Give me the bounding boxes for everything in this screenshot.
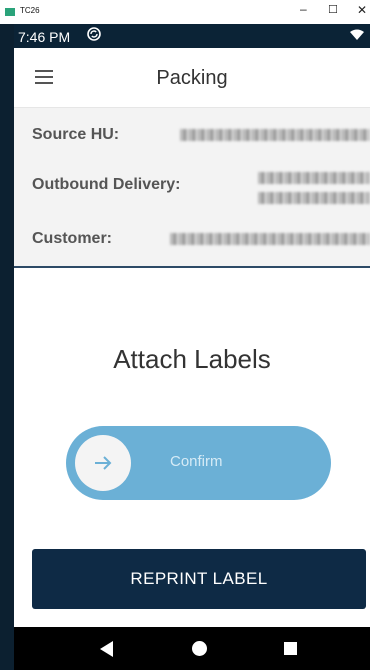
outbound-delivery-value-redacted-2 xyxy=(258,192,370,204)
arrow-right-icon xyxy=(95,456,112,470)
confirm-slider[interactable]: Confirm xyxy=(66,426,331,500)
slider-knob[interactable] xyxy=(75,435,131,491)
source-hu-value-redacted xyxy=(180,129,370,141)
minimize-button[interactable]: – xyxy=(300,2,307,16)
navigation-bar xyxy=(14,627,370,670)
left-border xyxy=(0,24,14,670)
customer-row: Customer: xyxy=(32,230,370,250)
confirm-label: Confirm xyxy=(170,453,223,470)
reprint-label-button[interactable]: REPRINT LABEL xyxy=(32,549,366,609)
status-bar: 7:46 PM xyxy=(14,24,370,48)
close-button[interactable]: ✕ xyxy=(357,3,367,17)
source-hu-row: Source HU: xyxy=(32,126,370,146)
outbound-delivery-label: Outbound Delivery: xyxy=(32,176,181,193)
app-bar: Packing xyxy=(14,48,370,108)
source-hu-label: Source HU: xyxy=(32,126,120,143)
customer-label: Customer: xyxy=(32,230,113,247)
outbound-delivery-value-redacted xyxy=(258,172,370,184)
status-time: 7:46 PM xyxy=(18,29,71,45)
window-title: TC26 xyxy=(20,6,40,15)
app-screen: Packing Source HU: Outbound Delivery: Cu… xyxy=(14,48,370,627)
info-panel: Source HU: Outbound Delivery: Customer: xyxy=(14,108,370,268)
customer-value-redacted xyxy=(170,233,370,245)
app-icon xyxy=(5,8,15,16)
home-icon[interactable] xyxy=(192,641,207,656)
page-title: Packing xyxy=(156,67,228,89)
back-icon[interactable] xyxy=(100,641,113,657)
attach-labels-heading: Attach Labels xyxy=(113,344,271,374)
window-title-bar: TC26 – ☐ ✕ xyxy=(0,0,370,24)
outbound-delivery-row: Outbound Delivery: xyxy=(32,172,370,204)
maximize-button[interactable]: ☐ xyxy=(328,3,338,16)
sync-icon xyxy=(87,27,101,44)
wifi-icon xyxy=(350,29,364,44)
recent-apps-icon[interactable] xyxy=(284,642,297,655)
device-frame: TC26 – ☐ ✕ 7:46 PM Packing Source HU: Ou… xyxy=(0,0,370,670)
